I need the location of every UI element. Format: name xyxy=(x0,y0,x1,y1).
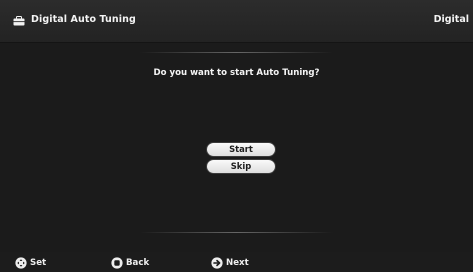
page-title: Digital Auto Tuning xyxy=(31,14,136,25)
next-hint-label: Next xyxy=(226,258,249,268)
back-hint-label: Back xyxy=(126,258,150,268)
dialog-question: Do you want to start Auto Tuning? xyxy=(153,68,320,78)
back-hint[interactable]: Back xyxy=(111,257,156,269)
screen: Digital Auto Tuning Digital Do you want … xyxy=(0,0,473,272)
next-hint[interactable]: Next xyxy=(211,257,256,269)
skip-button[interactable]: Skip xyxy=(207,160,275,173)
bottom-divider xyxy=(140,232,333,233)
next-button-icon xyxy=(211,257,223,269)
start-button[interactable]: Start xyxy=(207,143,275,156)
set-hint-label: Set xyxy=(30,258,47,268)
back-button-icon xyxy=(111,257,123,269)
set-hint[interactable]: Set xyxy=(15,257,55,269)
input-mode-label: Digital xyxy=(433,14,469,25)
header-bar: Digital Auto Tuning Digital xyxy=(0,0,473,43)
top-divider xyxy=(140,52,333,53)
footer-bar: Set Back Next xyxy=(0,252,473,272)
dpad-icon xyxy=(15,257,27,269)
toolbox-icon xyxy=(13,16,25,26)
